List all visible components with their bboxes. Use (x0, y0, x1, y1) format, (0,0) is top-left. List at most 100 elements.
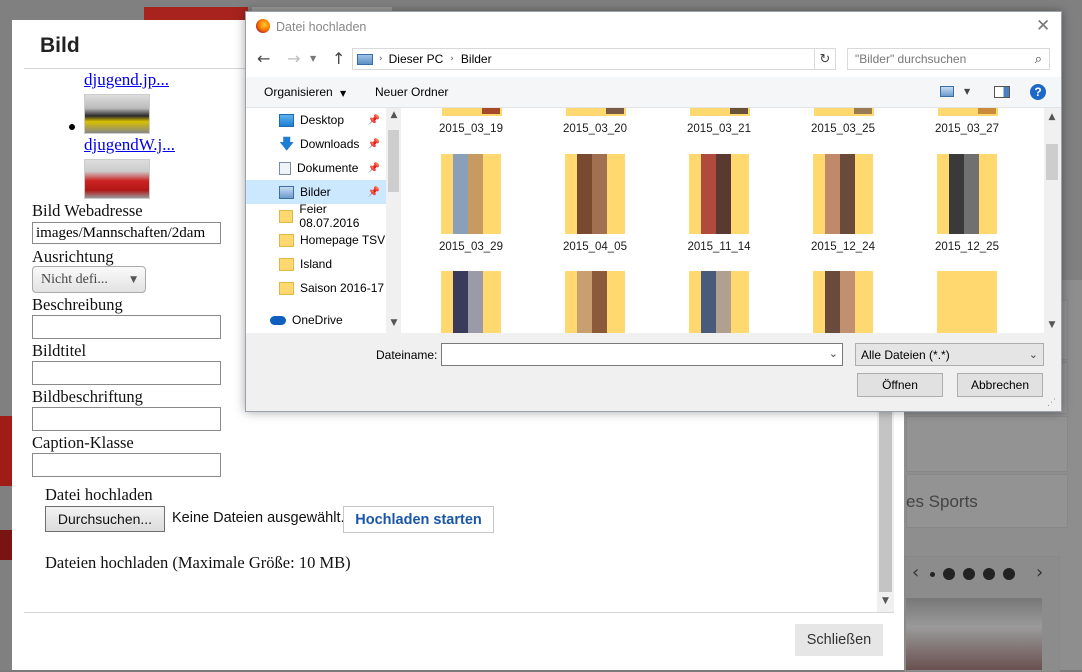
ausrichtung-select[interactable]: Nicht defi... ▼ (32, 266, 146, 293)
modal-scrollbar[interactable]: ▼ (877, 410, 894, 612)
new-folder-button[interactable]: Neuer Ordner (375, 85, 448, 99)
folder-thumbnail[interactable] (441, 154, 501, 234)
scroll-down-icon[interactable]: ▼ (386, 318, 402, 328)
nav-item-documents[interactable]: Dokumente 📌 (246, 156, 386, 180)
nav-item-pictures[interactable]: Bilder 📌 (246, 180, 386, 204)
webadresse-input[interactable]: images/Mannschaften/2dam (32, 222, 221, 244)
dot-icon[interactable] (930, 571, 935, 577)
nav-item-folder[interactable]: Homepage TSV (246, 228, 386, 252)
pin-icon[interactable]: 📌 (368, 187, 380, 198)
open-button[interactable]: Öffnen (857, 373, 943, 397)
folder-name[interactable]: 2015_12_25 (921, 241, 1013, 253)
scroll-down-icon[interactable]: ▼ (877, 596, 894, 606)
folder-name[interactable]: 2015_11_14 (673, 241, 765, 253)
folder-thumbnail[interactable] (813, 154, 873, 234)
scrollbar-thumb[interactable] (1046, 144, 1058, 180)
left-dark-block (0, 530, 12, 560)
forward-arrow-icon[interactable]: → (287, 49, 300, 68)
folder-peek (978, 108, 996, 114)
resize-grip-icon[interactable]: ⋰ (1047, 398, 1056, 408)
nav-item-onedrive[interactable]: OneDrive (246, 308, 386, 332)
pin-icon[interactable]: 📌 (368, 163, 380, 174)
recent-chevron-icon[interactable]: ▼ (310, 54, 316, 63)
bildbeschriftung-input[interactable] (32, 407, 221, 431)
folder-name[interactable]: 2015_03_29 (425, 241, 517, 253)
folder-thumbnail[interactable] (813, 271, 873, 333)
folder-name[interactable]: 2015_03_20 (549, 123, 641, 135)
folder-thumbnail[interactable] (689, 154, 749, 234)
view-chevron-icon[interactable]: ▼ (964, 87, 970, 96)
nav-item-folder[interactable]: Island (246, 252, 386, 276)
slider-prev-icon[interactable]: ‹ (912, 562, 919, 583)
nav-item-folder[interactable]: Saison 2016-17 (246, 276, 386, 300)
nav-item-folder[interactable]: Feier 08.07.2016 (246, 202, 386, 230)
image-link[interactable]: djugend.jp... (84, 70, 175, 90)
image-thumbnail[interactable] (84, 159, 150, 199)
navigation-pane: Desktop 📌 🡇 Downloads 📌 Dokumente 📌 Bild… (246, 108, 386, 333)
folder-thumbnail[interactable] (565, 154, 625, 234)
bildtitel-input[interactable] (32, 361, 221, 385)
back-arrow-icon[interactable]: ← (257, 49, 270, 68)
browse-button[interactable]: Durchsuchen... (45, 506, 165, 532)
slider-next-icon[interactable]: › (1036, 562, 1043, 583)
folder-thumbnail[interactable] (937, 271, 997, 333)
scroll-down-icon[interactable]: ▼ (1044, 320, 1060, 330)
folder-thumbnail[interactable] (689, 271, 749, 333)
close-icon[interactable]: ✕ (1036, 16, 1050, 36)
breadcrumb-item[interactable]: Bilder (461, 52, 492, 66)
start-upload-button[interactable]: Hochladen starten (343, 506, 494, 533)
right-menu-box-3 (906, 416, 1068, 472)
chevron-down-icon[interactable]: ⌄ (829, 347, 838, 360)
scrollbar-thumb[interactable] (388, 130, 399, 192)
folder-name[interactable]: 2015_03_25 (797, 123, 889, 135)
breadcrumb-item[interactable]: Dieser PC (389, 52, 444, 66)
scroll-up-icon[interactable]: ▲ (1044, 112, 1060, 122)
folder-name[interactable]: 2015_04_05 (549, 241, 641, 253)
dot-icon[interactable] (983, 568, 995, 580)
dialog-title: Datei hochladen (276, 20, 367, 34)
folder-thumbnail[interactable] (565, 271, 625, 333)
document-icon (279, 161, 291, 175)
pin-icon[interactable]: 📌 (368, 139, 380, 150)
download-icon: 🡇 (279, 134, 295, 153)
nav-item-desktop[interactable]: Desktop 📌 (246, 108, 386, 132)
dot-icon[interactable] (1003, 568, 1015, 580)
caption-input[interactable] (32, 453, 221, 477)
folder-thumbnail[interactable] (937, 154, 997, 234)
nav-scrollbar[interactable]: ▲ ▼ (386, 108, 401, 333)
organize-button[interactable]: Organisieren ▼ (264, 85, 346, 99)
nav-item-downloads[interactable]: 🡇 Downloads 📌 (246, 132, 386, 156)
image-thumbnail[interactable] (84, 94, 150, 134)
address-bar[interactable]: › Dieser PC › Bilder ⌄ (352, 48, 836, 70)
scrollbar-thumb[interactable] (879, 410, 892, 592)
folder-name[interactable]: 2015_03_19 (425, 123, 517, 135)
folder-thumbnail[interactable] (441, 271, 501, 333)
file-scrollbar[interactable]: ▲ ▼ (1044, 108, 1060, 333)
nav-item-label: Feier 08.07.2016 (299, 202, 360, 230)
scroll-up-icon[interactable]: ▲ (386, 110, 402, 120)
refresh-button[interactable]: ↻ (814, 48, 836, 70)
webadresse-label: Bild Webadresse (32, 201, 143, 220)
folder-name[interactable]: 2015_03_21 (673, 123, 765, 135)
preview-pane-icon[interactable] (994, 86, 1010, 98)
filetype-select[interactable]: Alle Dateien (*.*) ⌄ (855, 343, 1044, 366)
help-icon[interactable]: ? (1030, 84, 1046, 100)
search-icon: ⌕ (1034, 51, 1042, 67)
upload-label: Datei hochladen (45, 485, 153, 504)
dot-icon[interactable] (943, 568, 955, 580)
folder-name[interactable]: 2015_12_24 (797, 241, 889, 253)
search-box[interactable]: "Bilder" durchsuchen ⌕ (847, 48, 1050, 70)
pin-icon[interactable]: 📌 (368, 115, 380, 126)
close-button[interactable]: Schließen (795, 624, 883, 656)
firefox-icon (256, 19, 270, 33)
computer-icon (357, 53, 373, 65)
view-options-icon[interactable] (940, 86, 954, 97)
up-arrow-icon[interactable]: ↑ (332, 49, 345, 68)
image-link[interactable]: djugendW.j... (84, 135, 175, 155)
filename-input[interactable]: ⌄ (441, 343, 843, 366)
beschreibung-input[interactable] (32, 315, 221, 339)
folder-name[interactable]: 2015_03_27 (921, 123, 1013, 135)
dot-icon[interactable] (963, 568, 975, 580)
header-red-button (144, 7, 248, 21)
cancel-button[interactable]: Abbrechen (957, 373, 1043, 397)
